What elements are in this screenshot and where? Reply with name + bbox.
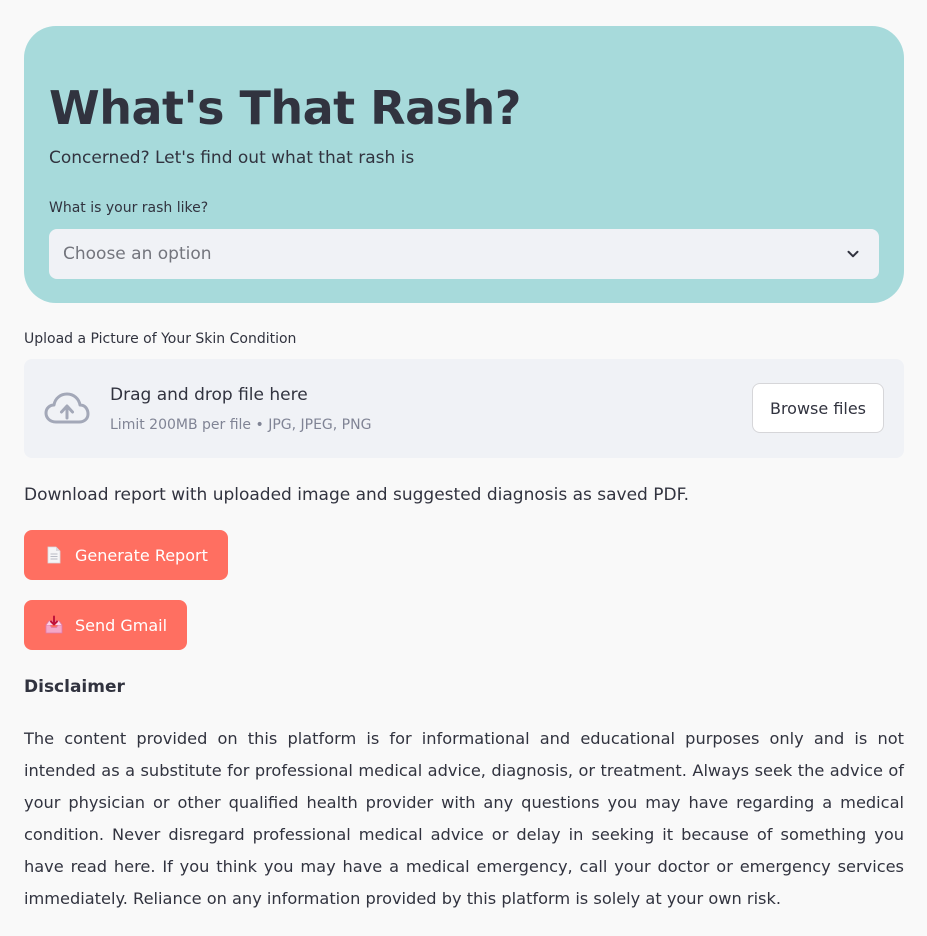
inbox-tray-icon <box>45 615 63 634</box>
page-icon <box>47 546 61 564</box>
generate-report-button[interactable]: Generate Report <box>24 530 228 580</box>
file-dropzone[interactable]: Drag and drop file here Limit 200MB per … <box>24 359 904 458</box>
browse-files-button[interactable]: Browse files <box>752 383 884 433</box>
send-gmail-button[interactable]: Send Gmail <box>24 600 187 650</box>
cloud-upload-icon <box>44 392 90 424</box>
upload-label: Upload a Picture of Your Skin Condition <box>24 331 297 347</box>
dropzone-limit: Limit 200MB per file • JPG, JPEG, PNG <box>110 417 372 433</box>
chevron-down-icon <box>847 250 859 258</box>
disclaimer-heading: Disclaimer <box>24 677 125 697</box>
header-card: What's That Rash? Concerned? Let's find … <box>24 26 904 303</box>
page-title: What's That Rash? <box>49 81 521 135</box>
rash-select-value: Choose an option <box>63 244 212 264</box>
dropzone-title: Drag and drop file here <box>110 385 308 405</box>
rash-type-select[interactable]: Choose an option <box>49 229 879 279</box>
send-gmail-label: Send Gmail <box>75 615 168 635</box>
disclaimer-body: The content provided on this platform is… <box>24 729 904 908</box>
rash-select-label: What is your rash like? <box>49 200 209 216</box>
generate-report-label: Generate Report <box>75 545 208 565</box>
page-subtitle: Concerned? Let's find out what that rash… <box>49 148 415 168</box>
download-description: Download report with uploaded image and … <box>24 485 690 505</box>
